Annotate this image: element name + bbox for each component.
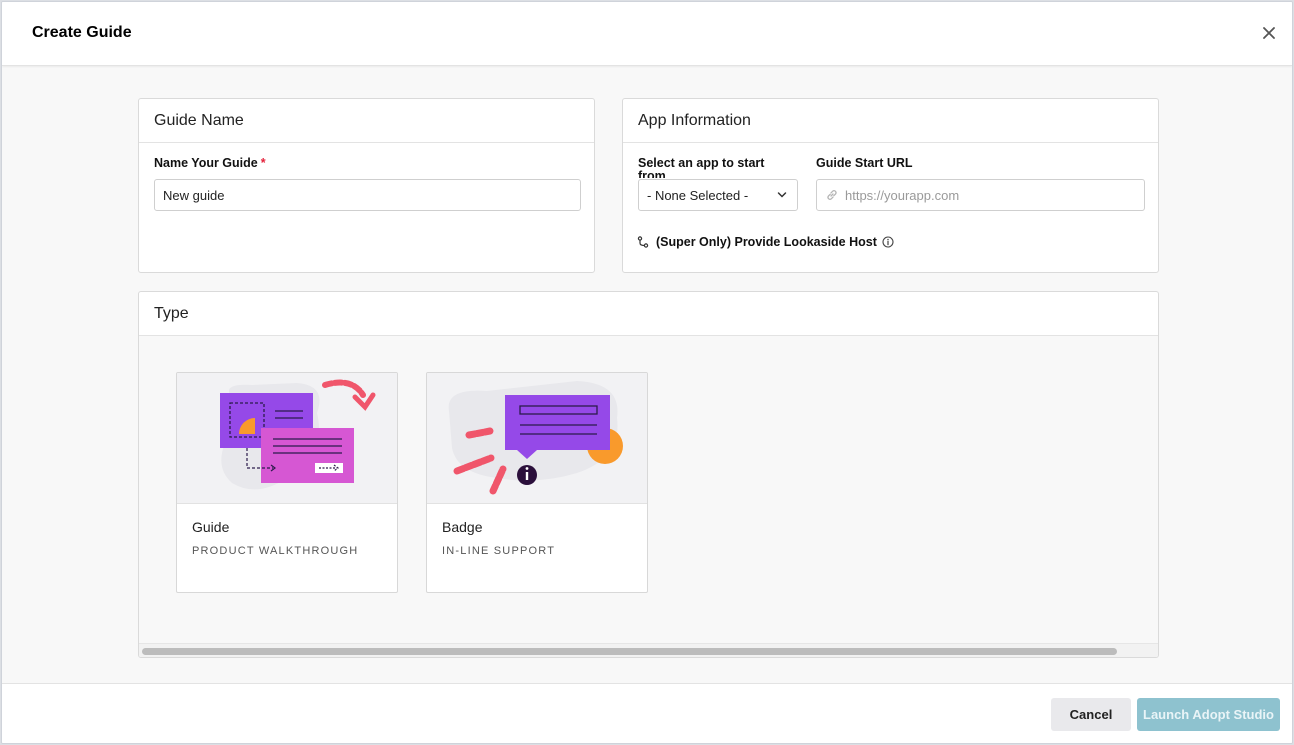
cancel-button[interactable]: Cancel (1051, 698, 1131, 731)
close-icon[interactable] (1260, 24, 1278, 42)
app-information-heading: App Information (623, 99, 1158, 143)
type-option-badge-subtitle: IN-LINE SUPPORT (442, 545, 556, 557)
guide-illustration-icon (220, 379, 376, 490)
guide-start-url-input[interactable] (816, 179, 1145, 211)
app-select-value: - None Selected - (647, 188, 749, 203)
type-option-badge-title: Badge (442, 519, 483, 535)
url-field-wrapper (816, 179, 1145, 211)
badge-illustration-icon (448, 381, 623, 495)
horizontal-scrollbar[interactable] (139, 643, 1158, 657)
badge-illustration (427, 373, 647, 504)
name-your-guide-label: Name Your Guide * (154, 157, 266, 170)
link-icon (827, 190, 837, 200)
type-option-guide-title: Guide (192, 519, 230, 535)
type-option-guide-subtitle: PRODUCT WALKTHROUGH (192, 545, 359, 557)
modal-footer: Cancel Launch Adopt Studio (2, 683, 1292, 743)
chevron-down-icon (777, 192, 787, 198)
select-app-label: Select an app to start from (638, 157, 765, 178)
type-options-area: Guide PRODUCT WALKTHROUGH Badge IN-LINE … (139, 336, 1158, 645)
guide-name-heading: Guide Name (139, 99, 594, 143)
name-your-guide-label-text: Name Your Guide (154, 156, 258, 170)
info-icon[interactable] (882, 236, 894, 248)
guide-illustration (177, 373, 397, 504)
launch-adopt-studio-button[interactable]: Launch Adopt Studio (1137, 698, 1280, 731)
type-option-badge[interactable]: Badge IN-LINE SUPPORT (426, 372, 648, 593)
guide-start-url-label: Guide Start URL (816, 156, 913, 170)
create-guide-modal: Create Guide Guide Name Name Your Guide *… (1, 1, 1293, 744)
type-card: Type Guide PRODUCT WALKTHROUGH Badge IN-… (138, 291, 1159, 658)
app-select-dropdown[interactable]: - None Selected - (638, 179, 798, 211)
branch-icon (637, 236, 649, 248)
app-information-card: App Information Select an app to start f… (622, 98, 1159, 273)
type-option-guide[interactable]: Guide PRODUCT WALKTHROUGH (176, 372, 398, 593)
guide-name-input[interactable] (154, 179, 581, 211)
modal-title: Create Guide (32, 24, 132, 41)
scrollbar-thumb[interactable] (142, 648, 1117, 655)
required-marker: * (260, 156, 266, 170)
guide-name-card: Guide Name Name Your Guide * (138, 98, 595, 273)
lookaside-host-label: (Super Only) Provide Lookaside Host (656, 235, 877, 249)
type-heading: Type (139, 292, 1158, 336)
modal-header: Create Guide (2, 2, 1292, 66)
lookaside-host-toggle[interactable]: (Super Only) Provide Lookaside Host (637, 234, 894, 250)
